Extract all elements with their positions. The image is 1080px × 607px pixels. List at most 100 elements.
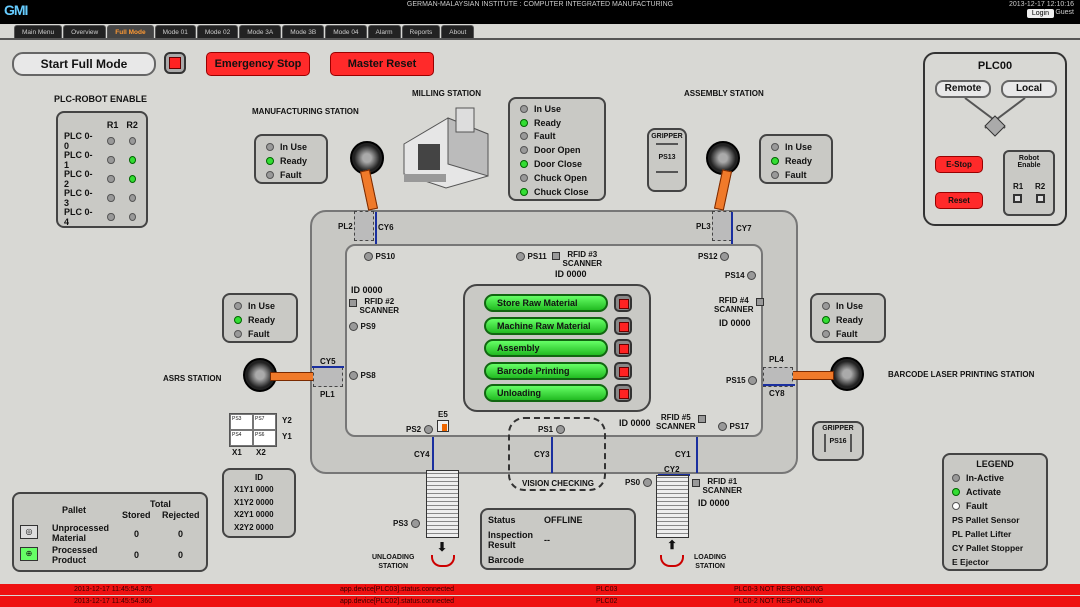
r1-led	[107, 136, 115, 145]
processed-stored: 0	[134, 550, 140, 560]
sensor-icon	[720, 252, 730, 262]
r2-led	[128, 174, 136, 183]
barcode-printing-button[interactable]: Barcode Printing	[484, 362, 608, 380]
inspection-value: --	[544, 535, 550, 545]
ready-label: Ready	[280, 156, 308, 166]
ps2-label: PS2	[406, 425, 422, 434]
unloading-gripper-icon	[431, 555, 455, 567]
ps10-label: PS10	[375, 252, 396, 261]
tab-reports[interactable]: Reports	[401, 25, 441, 38]
barcode-robot-icon	[830, 357, 864, 391]
tab-main-menu[interactable]: Main Menu	[14, 25, 63, 38]
r1-checkbox[interactable]	[1013, 194, 1022, 203]
ps17-label: PS17	[729, 422, 750, 431]
tab-alarm[interactable]: Alarm	[367, 25, 401, 38]
robot-enable-panel: R1 R2 PLC 0-0 PLC 0-1 PLC 0-2 PLC 0-3 PLC…	[56, 111, 148, 228]
alarm-message: app.device[PLC02].status.connected	[340, 598, 455, 605]
machine-raw-material-stop[interactable]	[614, 317, 632, 335]
tab-mode-04[interactable]: Mode 04	[325, 25, 367, 38]
alarm-text: PLC0-3 NOT RESPONDING	[734, 586, 824, 593]
assembly-stop[interactable]	[614, 339, 632, 357]
sensor-icon	[718, 422, 727, 432]
sensor-icon	[516, 252, 525, 262]
legend-def: E Ejector	[952, 557, 989, 567]
ready-led	[822, 316, 830, 324]
processed-rejected: 0	[178, 550, 184, 560]
gripper-title: GRIPPER	[651, 133, 683, 140]
in-use-label: In Use	[836, 301, 864, 311]
alarm-time: 2013-12-17 11:45:54.360	[74, 598, 153, 605]
milling-status-label: In Use	[534, 103, 562, 114]
cy5-stopper	[312, 366, 344, 368]
grid-cell[interactable]: PS7	[253, 414, 276, 430]
barcode-printing-stop[interactable]	[614, 362, 632, 380]
tab-full-mode[interactable]: Full Mode	[107, 25, 154, 38]
remote-button[interactable]: Remote	[935, 80, 991, 98]
plc-row-label: PLC 0-3	[64, 187, 93, 208]
rfid2-label: RFID #2 SCANNER	[359, 297, 400, 315]
tab-mode-3b[interactable]: Mode 3B	[282, 25, 325, 38]
milling-status-panel: In Use Ready Fault Door Open Door Close …	[508, 97, 606, 201]
tab-mode-01[interactable]: Mode 01	[154, 25, 196, 38]
machine-raw-material-button[interactable]: Machine Raw Material	[484, 317, 608, 335]
grid-x2-label: X2	[256, 448, 266, 457]
rfid1-label: RFID #1 SCANNER	[702, 477, 743, 495]
milling-status-label: Chuck Close	[534, 186, 589, 197]
tab-about[interactable]: About	[441, 25, 475, 38]
alarm-row[interactable]: 2013-12-17 11:45:54.375 app.device[PLC03…	[0, 584, 1080, 595]
milling-led	[520, 146, 528, 155]
plc00-reset-button[interactable]: Reset	[935, 192, 983, 209]
ready-label: Ready	[248, 315, 276, 325]
assembly-button[interactable]: Assembly	[484, 339, 608, 357]
start-full-mode-button[interactable]: Start Full Mode	[12, 52, 156, 76]
master-reset-button[interactable]: Master Reset	[330, 52, 434, 76]
r2-label: R2	[1035, 182, 1046, 191]
milling-led	[520, 132, 528, 141]
alarm-row[interactable]: 2013-12-17 11:45:54.360 app.device[PLC02…	[0, 596, 1080, 607]
plc00-estop-button[interactable]: E-Stop	[935, 156, 983, 173]
tab-mode-02[interactable]: Mode 02	[196, 25, 239, 38]
ps3-label: PS3	[393, 519, 409, 528]
ready-led	[771, 157, 779, 165]
tab-mode-3a[interactable]: Mode 3A	[239, 25, 282, 38]
grid-cell[interactable]: PS3	[230, 414, 253, 430]
login-button[interactable]: Login	[1026, 9, 1054, 18]
scanner-icon	[349, 298, 357, 307]
unloading-button[interactable]: Unloading	[484, 384, 608, 402]
sensor-icon	[349, 371, 358, 381]
pl3-label: PL3	[696, 222, 711, 231]
unloading-stop[interactable]	[614, 384, 632, 402]
legend-item: Fault	[966, 501, 988, 511]
cy5-label: CY5	[320, 357, 336, 366]
start-stop-indicator[interactable]	[164, 52, 186, 74]
alarm-text: PLC0-2 NOT RESPONDING	[734, 598, 824, 605]
fault-led	[952, 502, 960, 510]
grid-cell[interactable]: PS4	[230, 430, 253, 446]
ps16-label: PS16	[829, 438, 847, 445]
e5-label: E5	[438, 410, 448, 419]
institute-title: GERMAN-MALAYSIAN INSTITUTE : COMPUTER IN…	[406, 1, 674, 8]
local-button[interactable]: Local	[1001, 80, 1057, 98]
pl4-label: PL4	[769, 355, 784, 364]
store-raw-material-button[interactable]: Store Raw Material	[484, 294, 608, 312]
fault-label: Fault	[785, 170, 807, 180]
tab-overview[interactable]: Overview	[63, 25, 107, 38]
sensor-icon	[423, 425, 433, 435]
cy4-stopper	[432, 437, 434, 473]
milling-machine-icon	[396, 104, 494, 190]
pl1-lifter	[313, 367, 343, 387]
loading-gripper-icon	[660, 555, 684, 567]
cy8-stopper	[763, 384, 795, 386]
unloading-conveyor	[426, 470, 459, 538]
ps13-label: PS13	[658, 154, 676, 161]
cy1-stopper	[696, 437, 698, 473]
asrs-status-panel: In Use Ready Fault	[222, 293, 298, 343]
r2-checkbox[interactable]	[1036, 194, 1045, 203]
ps2-sensor: PS2	[406, 424, 433, 435]
unprocessed-label: Unprocessed Material	[52, 523, 110, 543]
pl1-label: PL1	[320, 390, 335, 399]
store-raw-material-stop[interactable]	[614, 294, 632, 312]
grid-cell[interactable]: PS6	[253, 430, 276, 446]
in-use-led	[822, 302, 830, 310]
emergency-stop-button[interactable]: Emergency Stop	[206, 52, 310, 76]
